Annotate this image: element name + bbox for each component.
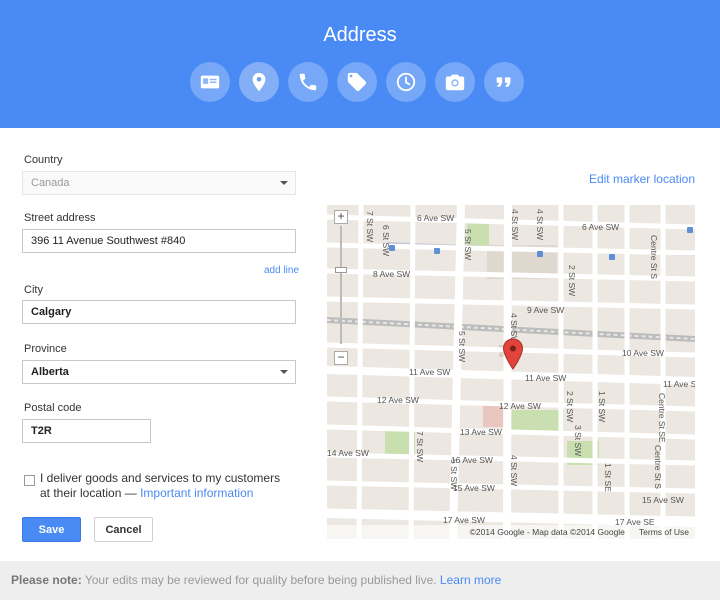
country-select[interactable]: Canada bbox=[22, 171, 296, 195]
map-label: 11 Ave SW bbox=[663, 379, 695, 389]
map-canvas: 6 Ave SW 6 Ave SW 8 Ave SW 9 Ave SW 10 A… bbox=[327, 205, 695, 539]
map-label: 5 St SW bbox=[463, 229, 473, 260]
street-address-input[interactable]: 396 11 Avenue Southwest #840 bbox=[22, 229, 296, 253]
city-label: City bbox=[24, 284, 43, 296]
add-line-link[interactable]: add line bbox=[264, 265, 299, 276]
footer-note: Please note: Your edits may be reviewed … bbox=[0, 561, 720, 600]
deliver-checkbox[interactable] bbox=[24, 475, 35, 486]
postal-code-label: Postal code bbox=[24, 402, 82, 414]
city-input[interactable]: Calgary bbox=[22, 300, 296, 324]
map-attribution: ©2014 Google - Map data ©2014 Google Ter… bbox=[327, 525, 695, 539]
province-label: Province bbox=[24, 343, 67, 355]
note-text: Your edits may be reviewed for quality b… bbox=[81, 573, 440, 587]
map-label: 14 Ave SW bbox=[327, 448, 369, 458]
country-value: Canada bbox=[31, 177, 70, 189]
map-label: 6 Ave SW bbox=[417, 213, 454, 223]
map-view[interactable]: 6 Ave SW 6 Ave SW 8 Ave SW 9 Ave SW 10 A… bbox=[327, 205, 695, 539]
map-label: 3 St SW bbox=[573, 425, 583, 456]
map-label: 6 St SW bbox=[381, 225, 391, 256]
important-information-link[interactable]: Important information bbox=[140, 486, 253, 500]
map-label: 12 Ave SW bbox=[377, 395, 419, 405]
category-icon-row bbox=[190, 62, 524, 102]
map-label: 4 St SW bbox=[510, 209, 520, 240]
map-label: 7 St SW bbox=[365, 211, 375, 242]
zoom-slider-handle[interactable] bbox=[335, 267, 347, 273]
map-label: 1 St SW bbox=[597, 391, 607, 422]
learn-more-link[interactable]: Learn more bbox=[440, 573, 501, 587]
map-label: 2 St SW bbox=[565, 391, 575, 422]
map-label: 10 Ave SW bbox=[622, 348, 664, 358]
map-label: 17 Ave SW bbox=[443, 515, 485, 525]
location-pin-icon[interactable] bbox=[239, 62, 279, 102]
chevron-down-icon bbox=[280, 370, 288, 374]
deliver-checkbox-label: I deliver goods and services to my custo… bbox=[40, 471, 290, 501]
cancel-button[interactable]: Cancel bbox=[94, 517, 153, 542]
clock-icon[interactable] bbox=[386, 62, 426, 102]
map-label: 9 Ave SW bbox=[527, 305, 564, 315]
province-value: Alberta bbox=[31, 366, 69, 378]
postal-code-input[interactable]: T2R bbox=[22, 419, 151, 443]
map-label: 5 St SW bbox=[457, 331, 467, 362]
map-label: 15 Ave SW bbox=[642, 495, 684, 505]
zoom-out-button[interactable]: − bbox=[334, 351, 348, 365]
map-label: 8 Ave SW bbox=[373, 269, 410, 279]
page-title: Address bbox=[323, 24, 397, 46]
zoom-in-button[interactable]: + bbox=[334, 210, 348, 224]
edit-marker-location-link[interactable]: Edit marker location bbox=[589, 172, 695, 186]
map-label: Centre St S bbox=[653, 445, 663, 489]
tag-icon[interactable] bbox=[337, 62, 377, 102]
map-label: 4 St SW bbox=[509, 455, 519, 486]
map-label: 4 St SW bbox=[535, 209, 545, 240]
map-label: 5 St SW bbox=[449, 459, 459, 490]
camera-icon[interactable] bbox=[435, 62, 475, 102]
map-label: 12 Ave SW bbox=[499, 401, 541, 411]
map-label: 11 Ave SW bbox=[409, 367, 450, 377]
phone-icon[interactable] bbox=[288, 62, 328, 102]
quote-icon[interactable] bbox=[484, 62, 524, 102]
map-label: 2 St SW bbox=[567, 265, 577, 296]
map-label: 6 Ave SW bbox=[582, 222, 619, 232]
header-bar: Address bbox=[0, 0, 720, 128]
street-address-label: Street address bbox=[24, 212, 96, 224]
save-button[interactable]: Save bbox=[22, 517, 81, 542]
map-label: 7 St SW bbox=[415, 431, 425, 462]
map-label: 1 St SE bbox=[603, 463, 613, 492]
note-label: Please note: bbox=[11, 573, 82, 587]
map-label: Centre St S bbox=[649, 235, 659, 279]
country-label: Country bbox=[24, 154, 63, 166]
map-label: 11 Ave SW bbox=[525, 373, 566, 383]
terms-of-use-link[interactable]: Terms of Use bbox=[639, 527, 689, 537]
map-marker-icon[interactable] bbox=[502, 338, 524, 370]
contact-card-icon[interactable] bbox=[190, 62, 230, 102]
zoom-control: + − bbox=[334, 210, 348, 365]
map-label: Centre St SE bbox=[657, 393, 667, 443]
province-select[interactable]: Alberta bbox=[22, 360, 296, 384]
map-label: 13 Ave SW bbox=[460, 427, 502, 437]
chevron-down-icon bbox=[280, 181, 288, 185]
map-copyright: ©2014 Google - Map data ©2014 Google bbox=[469, 527, 625, 537]
zoom-slider-track[interactable] bbox=[340, 226, 342, 344]
